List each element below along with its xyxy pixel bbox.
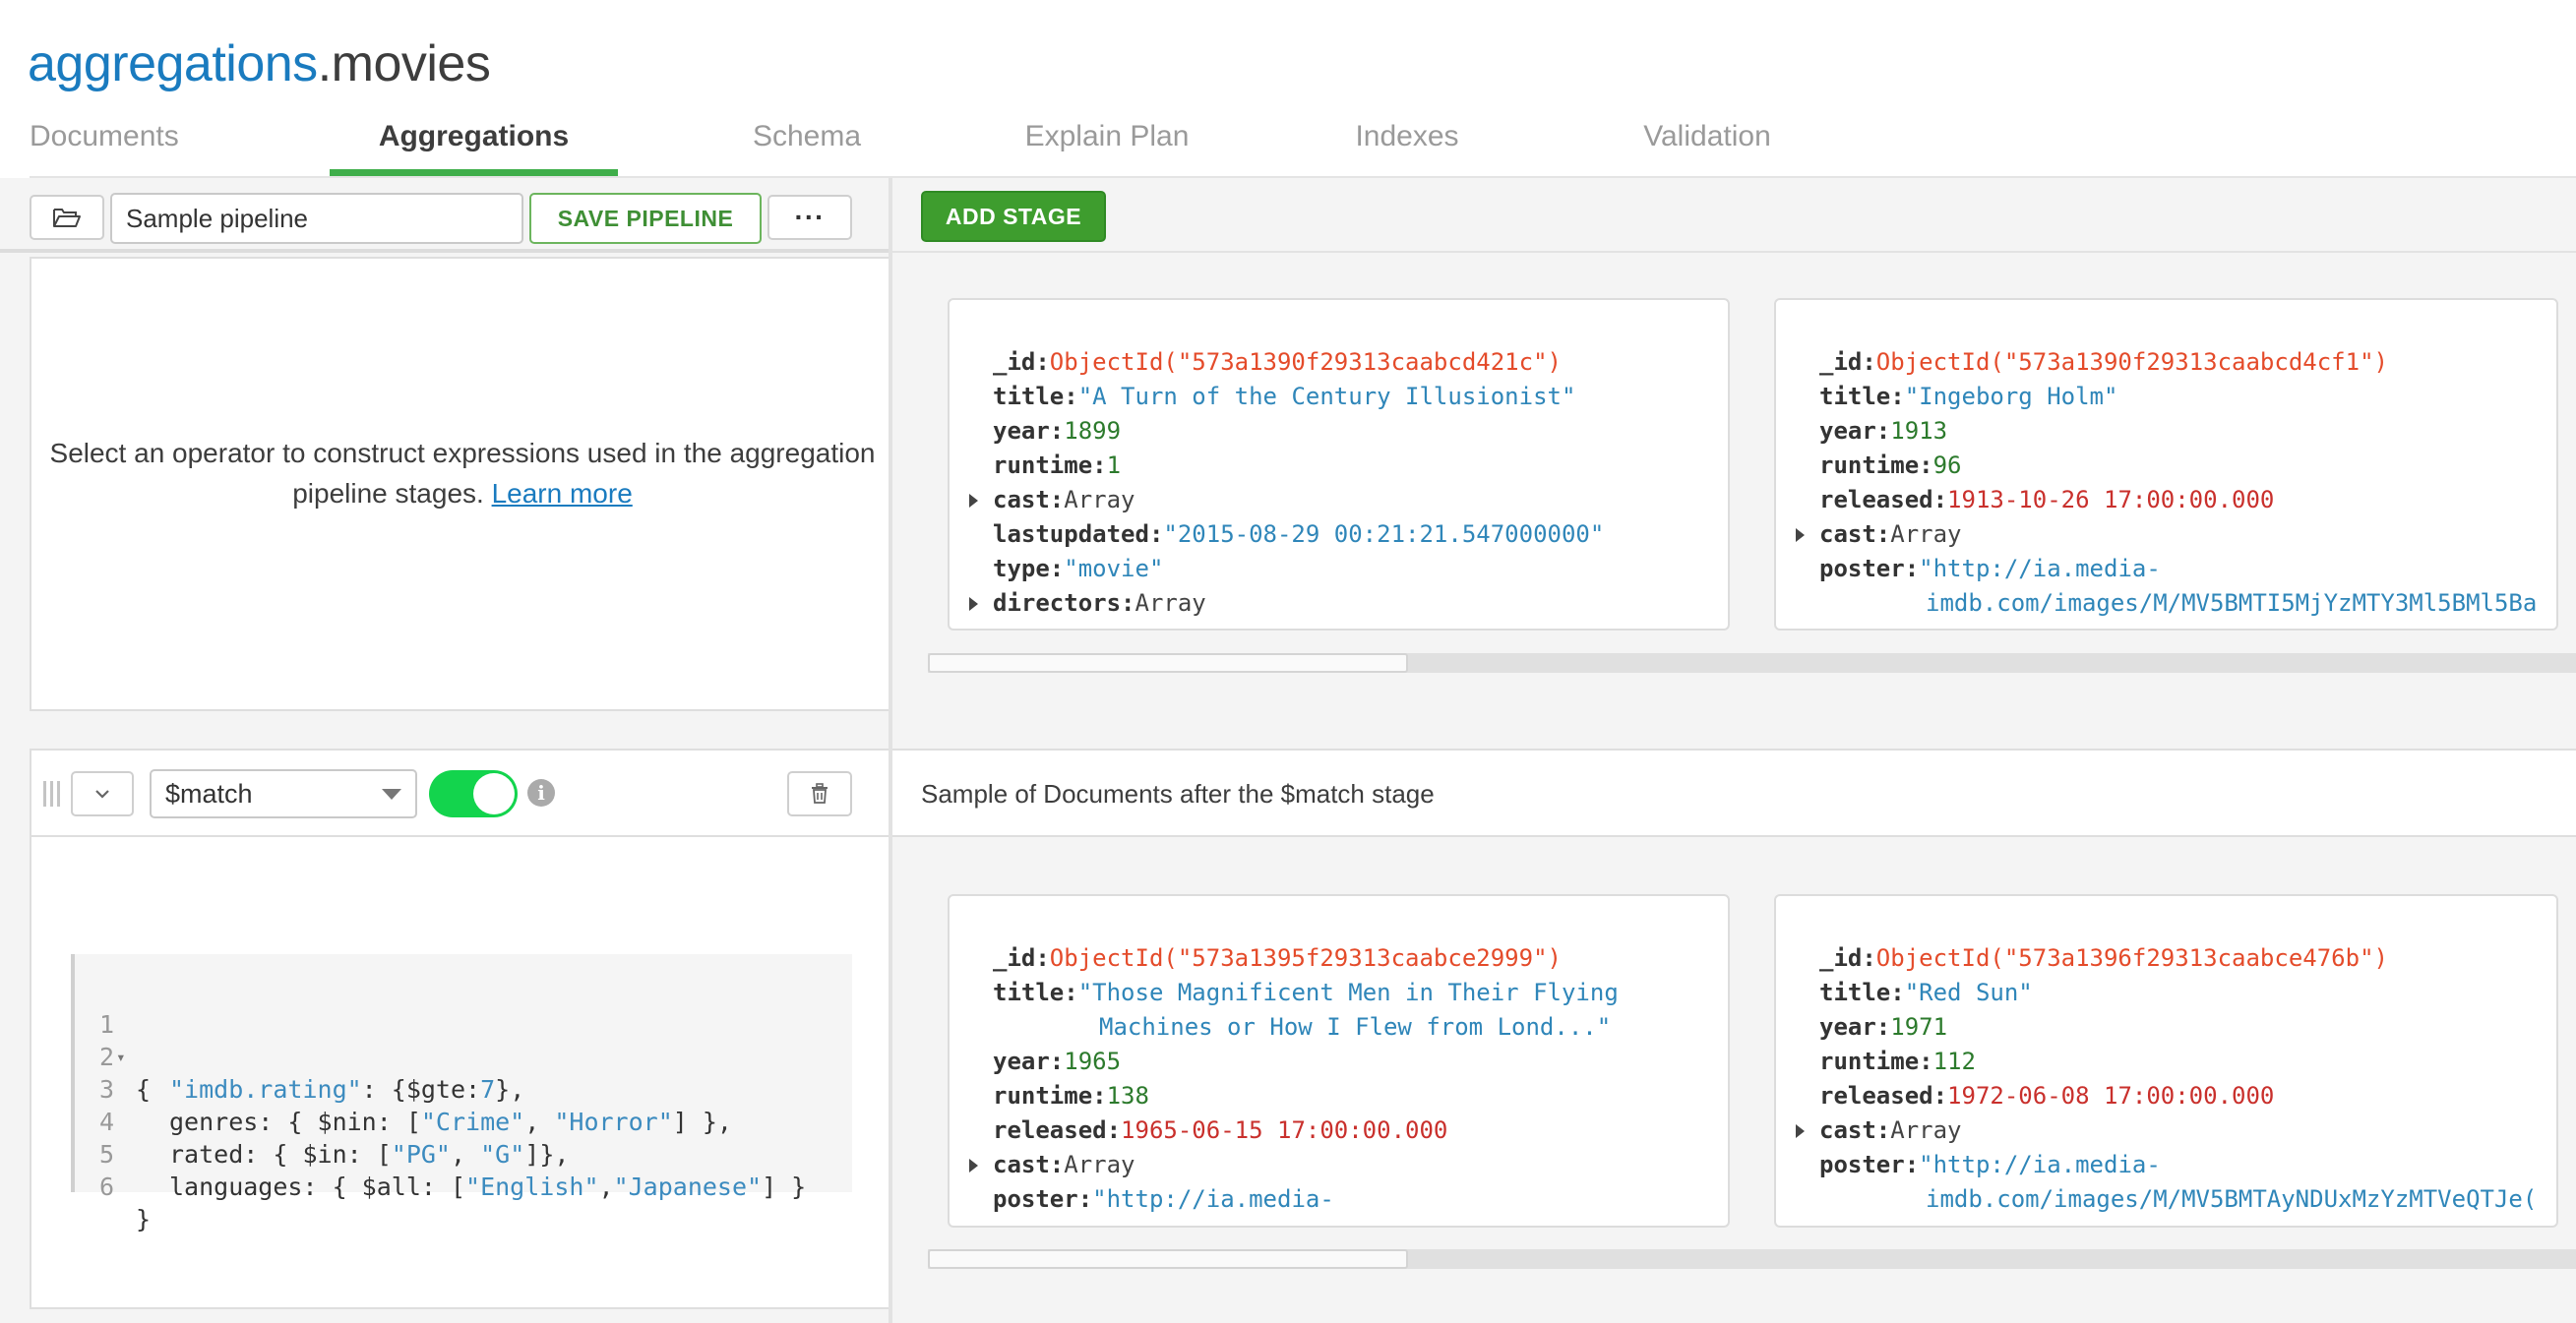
doc-field-year: year:1965 (993, 1048, 1122, 1075)
doc-field-released: released:1972-06-08 17:00:00.000 (1819, 1082, 2275, 1110)
doc-field-runtime: runtime:96 (1819, 451, 1962, 479)
expand-cast-icon[interactable] (969, 494, 978, 508)
doc-field-title: title:"A Turn of the Century Illusionist… (993, 383, 1576, 410)
namespace-title: aggregations.movies (28, 30, 491, 98)
doc-field-year: year:1913 (1819, 417, 1948, 445)
dropdown-caret-icon (382, 789, 401, 800)
doc-field-poster: poster:"http://ia.media- (993, 1185, 1334, 1213)
doc-field-cast[interactable]: cast:Array (993, 1148, 1135, 1182)
collapse-stage-button[interactable] (71, 771, 134, 816)
add-stage-button[interactable]: ADD STAGE (921, 191, 1106, 242)
folder-open-icon (53, 209, 81, 227)
doc-field-poster: poster:"http://ia.media- (1819, 1151, 2161, 1178)
preview-scrollbar-thumb[interactable] (928, 653, 1408, 673)
tab-documents[interactable]: Documents (30, 108, 179, 179)
doc-field-runtime: runtime:1 (993, 451, 1122, 479)
doc-field-year: year:1971 (1819, 1013, 1948, 1041)
database-name-link[interactable]: aggregations (28, 35, 318, 92)
doc-field-released: released:1913-10-26 17:00:00.000 (1819, 486, 2275, 513)
more-options-button[interactable]: ··· (767, 195, 852, 240)
delete-stage-button[interactable] (787, 771, 852, 816)
expand-cast-icon[interactable] (1796, 1124, 1805, 1138)
doc-field-id: _id:ObjectId("573a1390f29313caabcd421c") (993, 348, 1562, 376)
panel-divider[interactable] (889, 178, 892, 1323)
expand-directors-icon[interactable] (969, 597, 978, 611)
doc-field-title-continued: Machines or How I Flew from Lond..." (1099, 1013, 1612, 1041)
trash-icon (812, 783, 828, 804)
expand-cast-icon[interactable] (1796, 528, 1805, 542)
tab-schema[interactable]: Schema (708, 108, 905, 179)
open-pipeline-button[interactable] (30, 195, 104, 240)
stage-operator-select[interactable]: $match (150, 769, 417, 818)
doc-field-released: released:1965-06-15 17:00:00.000 (993, 1116, 1448, 1144)
stage-operator-value: $match (165, 779, 253, 809)
document-card: _id:ObjectId("573a1390f29313caabcd421c")… (948, 298, 1730, 631)
info-icon[interactable]: i (527, 779, 555, 807)
expand-cast-icon[interactable] (969, 1159, 978, 1173)
collection-name: .movies (317, 35, 491, 92)
doc-field-type: type:"movie" (993, 555, 1164, 582)
chevron-down-icon (95, 790, 109, 799)
stage-code-editor[interactable]: 1 ▾ { 2 "imdb.rating": {$gte:7}, 3 genre… (71, 954, 852, 1233)
drag-handle-icon[interactable] (43, 781, 63, 807)
doc-field-cast[interactable]: cast:Array (1819, 1113, 1962, 1148)
doc-field-title: title:"Ingeborg Holm" (1819, 383, 2118, 410)
doc-field-runtime: runtime:112 (1819, 1048, 1976, 1075)
doc-field-directors[interactable]: directors:Array (993, 586, 1206, 621)
doc-field-poster: poster:"http://ia.media- (1819, 555, 2161, 582)
operator-help-text: Select an operator to construct expressi… (30, 433, 895, 513)
pipeline-name-input[interactable] (110, 193, 523, 244)
code-line: 4 rated: { $in: ["PG", "G"]}, (98, 1108, 570, 1169)
code-line: 6 } (98, 1173, 152, 1233)
stage-enabled-toggle[interactable] (429, 770, 518, 817)
save-pipeline-button[interactable]: SAVE PIPELINE (529, 193, 762, 244)
doc-field-id: _id:ObjectId("573a1390f29313caabcd4cf1") (1819, 348, 2388, 376)
document-card: _id:ObjectId("573a1396f29313caabce476b")… (1774, 894, 2558, 1228)
preview-scrollbar-thumb[interactable] (928, 1249, 1408, 1269)
doc-field-cast[interactable]: cast:Array (993, 483, 1135, 517)
doc-field-year: year:1899 (993, 417, 1122, 445)
code-line: 5 languages: { $all: ["English","Japanes… (98, 1140, 807, 1201)
code-line: 1 ▾ { (98, 1010, 152, 1104)
toggle-knob (473, 773, 515, 814)
code-line: 2 "imdb.rating": {$gte:7}, (98, 1043, 525, 1104)
tab-indexes[interactable]: Indexes (1309, 108, 1505, 179)
learn-more-link[interactable]: Learn more (492, 478, 633, 509)
doc-field-cast[interactable]: cast:Array (1819, 517, 1962, 552)
doc-field-lastupdated: lastupdated:"2015-08-29 00:21:21.5470000… (993, 520, 1605, 548)
document-card: _id:ObjectId("573a1390f29313caabcd4cf1")… (1774, 298, 2558, 631)
doc-field-runtime: runtime:138 (993, 1082, 1149, 1110)
document-card: _id:ObjectId("573a1395f29313caabce2999")… (948, 894, 1730, 1228)
doc-field-id: _id:ObjectId("573a1396f29313caabce476b") (1819, 944, 2388, 972)
doc-field-poster-continued: imdb.com/images/M/MV5BMTI5MjYzMTY3Ml5BMl… (1926, 589, 2538, 617)
code-line: 3 genres: { $nin: ["Crime", "Horror"] }, (98, 1075, 732, 1136)
operator-help-message: Select an operator to construct expressi… (49, 438, 876, 509)
stage-toolbar (892, 178, 2576, 253)
doc-field-poster-continued: imdb.com/images/M/MV5BMTAyNDUxMzYzMTVeQT… (1926, 1185, 2538, 1213)
doc-field-id: _id:ObjectId("573a1395f29313caabce2999") (993, 944, 1562, 972)
doc-field-title: title:"Red Sun" (1819, 979, 2033, 1006)
tab-explain-plan[interactable]: Explain Plan (974, 108, 1240, 179)
doc-field-title: title:"Those Magnificent Men in Their Fl… (993, 979, 1619, 1006)
tab-validation[interactable]: Validation (1594, 108, 1820, 179)
stage-preview-description: Sample of Documents after the $match sta… (921, 779, 1435, 809)
